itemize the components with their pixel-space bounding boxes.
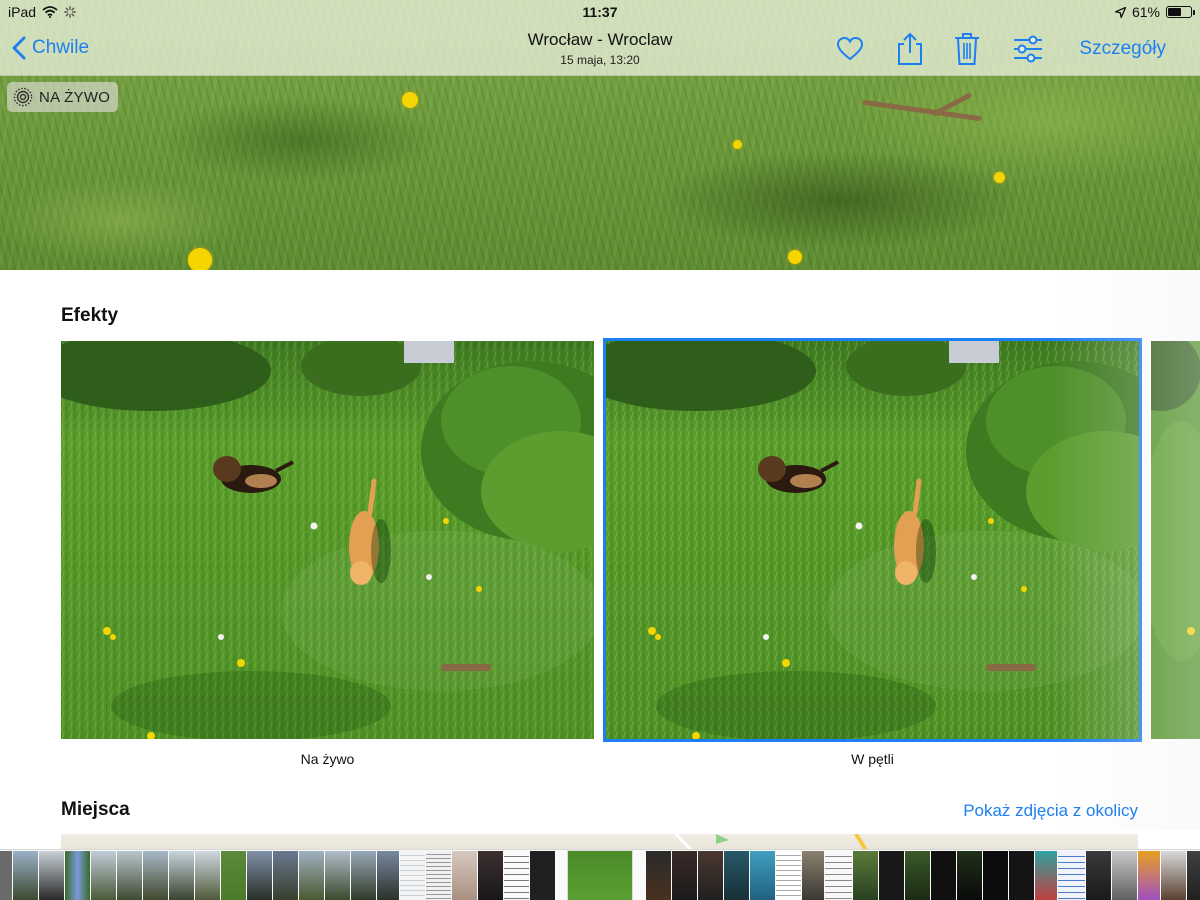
thumbnail[interactable]: [931, 851, 956, 900]
thumbnail[interactable]: [1112, 851, 1137, 900]
effect-loop-label: W pętli: [851, 751, 894, 767]
thumbnail[interactable]: [478, 851, 503, 900]
dandelion: [402, 92, 418, 108]
thumbnail[interactable]: [1058, 851, 1085, 900]
thumbnail[interactable]: [377, 851, 399, 900]
battery-level: [1168, 8, 1181, 16]
thumbnail[interactable]: [247, 851, 272, 900]
thumbnail[interactable]: [724, 851, 749, 900]
thumbnail[interactable]: [1086, 851, 1111, 900]
status-time: 11:37: [582, 4, 618, 20]
favorite-button[interactable]: [833, 30, 867, 68]
thumbnail[interactable]: [825, 851, 852, 900]
adjust-icon: [1014, 35, 1042, 63]
delete-button[interactable]: [950, 30, 984, 68]
dandelion: [188, 248, 212, 270]
dandelion: [788, 250, 802, 264]
effect-loop[interactable]: [603, 338, 1142, 742]
thumbnail[interactable]: [1035, 851, 1057, 900]
trash-icon: [955, 33, 979, 65]
dandelion: [733, 140, 742, 149]
live-photo-badge-label: NA ŻYWO: [39, 88, 111, 106]
thumbnail[interactable]: [1009, 851, 1034, 900]
thumbnail[interactable]: [325, 851, 350, 900]
effect-next-thumbnail: [1151, 341, 1200, 739]
status-bar: iPad 11:37 61%: [0, 0, 1200, 22]
map-preview[interactable]: [61, 832, 1138, 852]
heart-icon: [836, 36, 864, 61]
thumbnail[interactable]: [698, 851, 723, 900]
thumbnail[interactable]: [672, 851, 697, 900]
live-photo-badge: NA ŻYWO: [7, 82, 119, 112]
location-arrow-icon: [1114, 6, 1126, 18]
places-section-title: Miejsca: [61, 799, 130, 820]
thumbnail[interactable]: [504, 851, 529, 900]
thumbnail[interactable]: [299, 851, 324, 900]
thumbnail[interactable]: [750, 851, 775, 900]
thumbnail[interactable]: [0, 851, 12, 900]
current-photo-thumbnail[interactable]: [567, 850, 633, 900]
thumbnail[interactable]: [1138, 851, 1160, 900]
thumbnail[interactable]: [983, 851, 1008, 900]
thumbnail[interactable]: [221, 851, 246, 900]
dandelion: [994, 172, 1005, 183]
edit-button[interactable]: [1011, 30, 1045, 68]
thumbnail[interactable]: [957, 851, 982, 900]
effect-live[interactable]: [61, 341, 594, 739]
thumbnail[interactable]: [65, 851, 90, 900]
details-button[interactable]: Szczegóły: [1079, 38, 1166, 60]
thumbnail[interactable]: [169, 851, 194, 900]
thumbnail[interactable]: [776, 851, 801, 900]
effect-loop-thumbnail: [606, 341, 1139, 739]
photo-thumbnail-strip[interactable]: [0, 849, 1200, 900]
thumbnail[interactable]: [426, 851, 451, 900]
effect-live-thumbnail: [61, 341, 594, 739]
show-nearby-photos-link[interactable]: Pokaż zdjęcia z okolicy: [963, 801, 1138, 821]
thumbnail[interactable]: [273, 851, 298, 900]
battery-percent: 61%: [1131, 4, 1160, 20]
effect-live-label: Na żywo: [300, 751, 355, 767]
effects-section-title: Efekty: [61, 305, 119, 326]
effect-next[interactable]: [1151, 341, 1200, 739]
live-photo-icon: [13, 87, 33, 107]
thumbnail[interactable]: [530, 851, 555, 900]
thumbnail[interactable]: [13, 851, 38, 900]
thumbnail[interactable]: [905, 851, 930, 900]
thumbnail[interactable]: [646, 851, 671, 900]
thumbnail[interactable]: [400, 851, 425, 900]
thumbnail[interactable]: [143, 851, 168, 900]
thumbnail[interactable]: [39, 851, 64, 900]
thumbnail[interactable]: [117, 851, 142, 900]
thumbnail[interactable]: [452, 851, 477, 900]
thumbnail[interactable]: [91, 851, 116, 900]
share-button[interactable]: [893, 30, 927, 68]
thumbnail[interactable]: [879, 851, 904, 900]
thumbnail[interactable]: [853, 851, 878, 900]
thumbnail[interactable]: [1187, 851, 1200, 900]
share-icon: [898, 32, 922, 65]
stick: [862, 99, 982, 122]
thumbnail[interactable]: [802, 851, 824, 900]
thumbnail[interactable]: [1161, 851, 1186, 900]
map-roads: [674, 832, 868, 852]
battery-icon: [1166, 6, 1195, 18]
thumbnail[interactable]: [351, 851, 376, 900]
thumbnail[interactable]: [195, 851, 220, 900]
